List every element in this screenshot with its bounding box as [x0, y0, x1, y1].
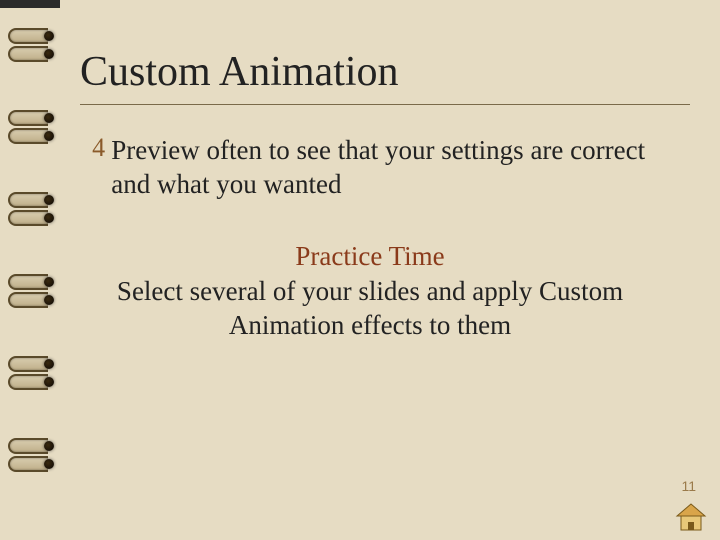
home-icon — [674, 502, 708, 532]
slide-title: Custom Animation — [80, 48, 680, 96]
spiral-binding — [8, 28, 66, 520]
page-number: 11 — [681, 478, 696, 494]
bullet-marker: 4 — [92, 133, 105, 163]
home-button[interactable] — [674, 502, 708, 532]
bullet-item: 4 Preview often to see that your setting… — [92, 133, 680, 201]
practice-heading: Practice Time — [80, 241, 660, 272]
practice-block: Practice Time Select several of your sli… — [80, 241, 660, 342]
top-dark-bar — [0, 0, 60, 8]
title-underline — [80, 104, 690, 105]
bullet-text: Preview often to see that your settings … — [111, 133, 680, 201]
practice-body: Select several of your slides and apply … — [80, 274, 660, 342]
slide-content: Custom Animation 4 Preview often to see … — [80, 48, 680, 342]
